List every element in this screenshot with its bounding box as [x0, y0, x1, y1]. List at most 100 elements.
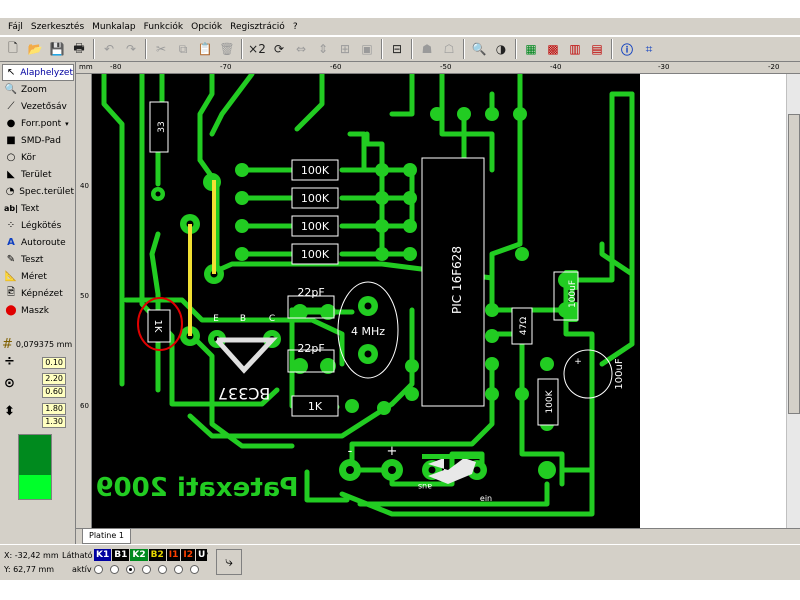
led-label: aus	[418, 482, 432, 491]
tool-track[interactable]: ⟋ Vezetősáv	[2, 98, 74, 115]
circle-icon: ○	[6, 152, 16, 163]
magnifier-icon[interactable]: 🔍	[469, 39, 489, 59]
capacitor-label: 22pF	[297, 342, 324, 355]
radio-k1[interactable]	[94, 565, 103, 574]
tool-solder-point[interactable]: ● Forr.pont ▾	[2, 115, 74, 132]
mirror-vertical-icon[interactable]: ⇕	[313, 39, 333, 59]
layer-i1[interactable]: I1	[166, 549, 181, 561]
open-file-icon[interactable]: 📂	[25, 39, 45, 59]
tool-measure[interactable]: 📐 Méret	[2, 268, 74, 285]
tool-mask[interactable]: ⬤ Maszk	[2, 302, 74, 319]
radio-i2[interactable]	[174, 565, 183, 574]
radio-b1[interactable]	[110, 565, 119, 574]
pin-label: E	[213, 314, 219, 324]
unlock-icon[interactable]: ☖	[439, 39, 459, 59]
grid-value: 0,079375 mm	[15, 339, 73, 349]
radio-b2[interactable]	[142, 565, 151, 574]
menu-file[interactable]: Fájl	[4, 18, 27, 36]
paste-icon[interactable]: 📋	[195, 39, 215, 59]
save-icon[interactable]: 💾	[47, 39, 67, 59]
cursor-arrow-icon: ↖	[6, 67, 16, 78]
grid-setting[interactable]: # 0,079375 mm	[2, 336, 74, 352]
test-icon: ✎	[6, 254, 16, 265]
new-file-icon[interactable]: 🗋	[3, 39, 23, 59]
layer-color-swatch[interactable]	[18, 434, 52, 500]
undo-icon[interactable]: ↶	[99, 39, 119, 59]
capacitor-label: 100uF	[568, 280, 578, 308]
track-width-field[interactable]: 0.10	[42, 356, 66, 369]
pcb-board[interactable]: 33 100K 100K 100K 100K 1K 1K 47Ω 100K 22…	[92, 74, 800, 528]
cursor-y: Y: 62,77 mm	[4, 565, 55, 574]
menu-registration[interactable]: Regisztráció	[226, 18, 289, 36]
layer-i2[interactable]: I2	[181, 549, 195, 561]
track-icon: ⟋	[7, 101, 15, 112]
vertical-scrollbar[interactable]	[786, 74, 800, 528]
tool-test[interactable]: ✎ Teszt	[2, 251, 74, 268]
tool-special-area[interactable]: ◔ Spec.terület	[2, 183, 74, 200]
smd-height-row: 1.30	[4, 415, 74, 428]
cursor-x: X: -32,42 mm	[4, 551, 59, 560]
ruler-tick: -80	[110, 63, 122, 71]
pad-outer-field[interactable]: 2.20	[42, 372, 66, 385]
crop-icon[interactable]: ⌗	[639, 39, 659, 59]
pad-inner-row: 0.60	[4, 385, 74, 398]
menu-functions[interactable]: Funkciók	[140, 18, 187, 36]
menu-sheet[interactable]: Munkalap	[88, 18, 139, 36]
tool-zoom[interactable]: 🔍 Zoom	[2, 81, 74, 98]
measure-icon: 📐	[4, 271, 18, 282]
print-icon[interactable]: 🖶	[69, 39, 89, 59]
cut-icon[interactable]: ✂	[151, 39, 171, 59]
group-icon[interactable]: ▣	[357, 39, 377, 59]
contrast-icon[interactable]: ◑	[491, 39, 511, 59]
polarity-label: +	[387, 444, 398, 459]
mirror-horizontal-icon[interactable]: ⇔	[291, 39, 311, 59]
tab-platine-1[interactable]: Platine 1	[82, 529, 131, 544]
layer-switch-button[interactable]: ⤷	[216, 549, 242, 575]
menu-options[interactable]: Opciók	[187, 18, 226, 36]
scrollbar-thumb[interactable]	[788, 114, 800, 414]
layer-b2[interactable]: B2	[148, 549, 166, 561]
radio-k2[interactable]	[126, 565, 135, 574]
copper-color-bottom	[19, 475, 51, 499]
radio-i1[interactable]	[158, 565, 167, 574]
align-icon[interactable]: ⊞	[335, 39, 355, 59]
duplicate-icon[interactable]: ×2	[247, 39, 267, 59]
rotate-icon[interactable]: ⟳	[269, 39, 289, 59]
smd-height-field[interactable]: 1.30	[42, 415, 66, 428]
pad-outer-row: 2.20	[4, 372, 74, 385]
tool-air-wire[interactable]: ⁘ Légkötés	[2, 217, 74, 234]
layer-k1[interactable]: K1	[94, 549, 112, 561]
toolbar-separator	[411, 39, 413, 59]
export-icon[interactable]: ▤	[587, 39, 607, 59]
tool-select[interactable]: ↖ Alaphelyzet	[2, 64, 74, 81]
ruler-tick: -50	[440, 63, 452, 71]
tool-smd-pad[interactable]: ■ SMD-Pad	[2, 132, 74, 149]
copy-icon[interactable]: ⧉	[173, 39, 193, 59]
radio-u[interactable]	[190, 565, 199, 574]
info-icon[interactable]: ⓘ	[617, 39, 637, 59]
layer-b1[interactable]: B1	[112, 549, 130, 561]
menu-help[interactable]: ?	[289, 18, 302, 36]
layer-order-icon[interactable]: ⊟	[387, 39, 407, 59]
tool-area[interactable]: ◣ Terület	[2, 166, 74, 183]
smd-width-field[interactable]: 1.80	[42, 402, 66, 415]
layer-k2[interactable]: K2	[130, 549, 148, 561]
tool-text[interactable]: ab| Text	[2, 200, 74, 217]
menu-edit[interactable]: Szerkesztés	[27, 18, 88, 36]
tool-label: Autoroute	[21, 237, 66, 248]
solder-point-icon: ●	[6, 118, 16, 129]
chevron-down-icon[interactable]: ▾	[65, 120, 69, 128]
redo-icon[interactable]: ↷	[121, 39, 141, 59]
tool-label: SMD-Pad	[21, 135, 61, 146]
tool-circle[interactable]: ○ Kör	[2, 149, 74, 166]
pcb-canvas[interactable]: 33 100K 100K 100K 100K 1K 1K 47Ω 100K 22…	[92, 74, 800, 528]
lock-icon[interactable]: ☗	[417, 39, 437, 59]
pad-inner-field[interactable]: 0.60	[42, 385, 66, 398]
delete-icon[interactable]: 🗑	[217, 39, 237, 59]
drc-icon[interactable]: ▩	[543, 39, 563, 59]
component-library-icon[interactable]: ▦	[521, 39, 541, 59]
layer-help[interactable]: ?	[204, 551, 208, 560]
tool-image-view[interactable]: 🖻 Képnézet	[2, 285, 74, 302]
gerber-icon[interactable]: ▥	[565, 39, 585, 59]
tool-autoroute[interactable]: A Autoroute	[2, 234, 74, 251]
